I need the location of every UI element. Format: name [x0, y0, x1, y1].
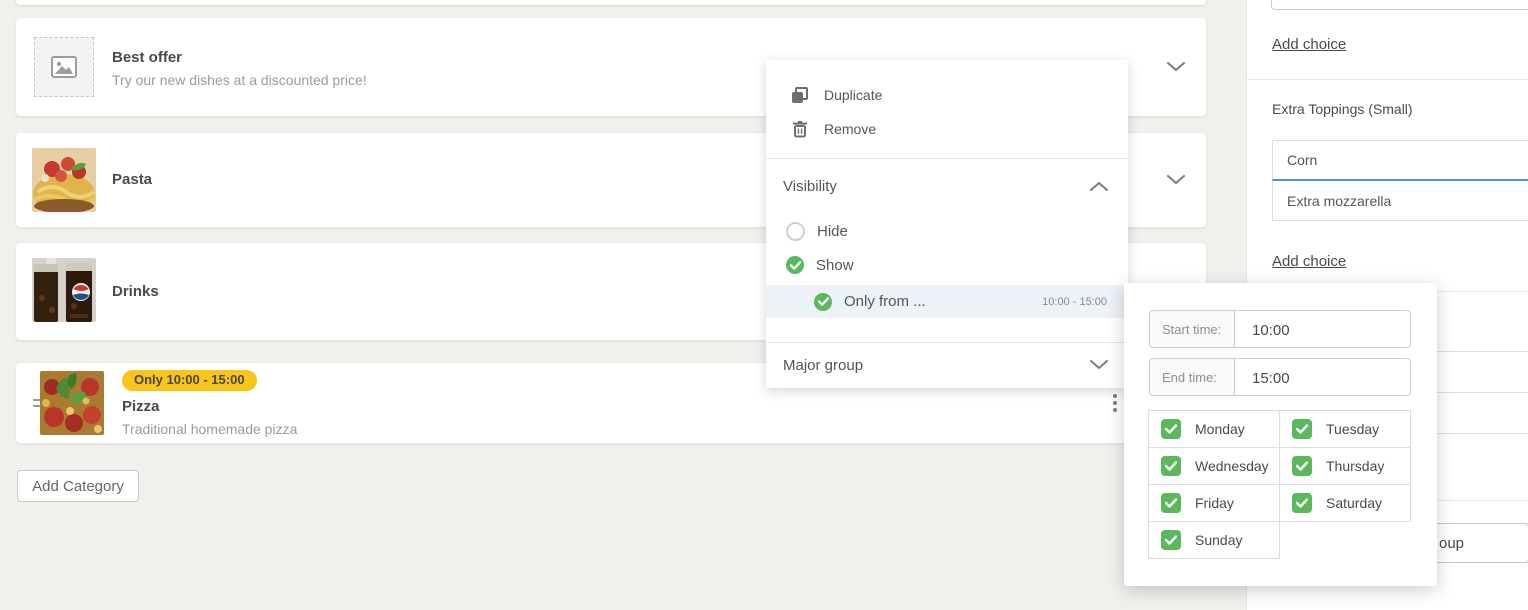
checkbox-checked-icon — [1161, 493, 1181, 513]
option-label: Only from ... — [844, 293, 926, 310]
trash-icon — [791, 121, 808, 138]
add-category-button[interactable]: Add Category — [17, 470, 139, 502]
choice-input-partial[interactable] — [1271, 0, 1528, 10]
image-icon — [51, 56, 77, 78]
radio-unselected-icon — [786, 222, 805, 241]
category-context-menu: Duplicate Remove Visibility Hi — [766, 60, 1128, 388]
category-description: Traditional homemade pizza — [122, 418, 297, 440]
visibility-option-only-from[interactable]: Only from ... 10:00 - 15:00 — [766, 285, 1128, 318]
menu-item-label: Duplicate — [824, 87, 882, 103]
day-checkbox-thursday[interactable]: Thursday — [1279, 447, 1411, 485]
category-title: Drinks — [112, 281, 159, 303]
category-photo-pizza — [40, 371, 104, 435]
major-group-section-header[interactable]: Major group — [766, 343, 1128, 388]
checkbox-checked-icon — [1161, 456, 1181, 476]
option-label: Hide — [817, 223, 848, 240]
category-description: Try our new dishes at a discounted price… — [112, 69, 367, 91]
checkbox-checked-icon — [1161, 419, 1181, 439]
menu-item-remove[interactable]: Remove — [766, 112, 1128, 146]
day-checkbox-monday[interactable]: Monday — [1148, 410, 1280, 448]
chevron-down-icon[interactable] — [1162, 18, 1190, 116]
day-checkbox-tuesday[interactable]: Tuesday — [1279, 410, 1411, 448]
category-title: Pizza — [122, 396, 297, 418]
chevron-down-icon[interactable] — [1162, 133, 1190, 227]
visibility-time-badge: Only 10:00 - 15:00 — [122, 370, 257, 391]
day-checkbox-saturday[interactable]: Saturday — [1279, 484, 1411, 522]
end-time-label: End time: — [1150, 359, 1235, 395]
image-upload-placeholder[interactable] — [34, 37, 94, 97]
menu-editor-screen: Best offer Try our new dishes at a disco… — [0, 0, 1528, 610]
day-checkbox-sunday[interactable]: Sunday — [1148, 521, 1280, 559]
menu-item-label: Remove — [824, 121, 876, 137]
add-group-button-partial-text: oup — [1439, 524, 1464, 562]
visibility-section-header[interactable]: Visibility — [766, 159, 1128, 213]
add-choice-link-bottom[interactable]: Add choice — [1272, 253, 1346, 270]
chevron-up-icon — [1090, 178, 1108, 195]
category-photo-pasta — [32, 148, 96, 212]
chevron-down-icon — [1090, 357, 1108, 374]
visibility-option-show[interactable]: Show — [766, 249, 1128, 281]
checkbox-checked-icon — [1161, 530, 1181, 550]
choice-input-mozzarella[interactable] — [1273, 193, 1528, 209]
choice-row[interactable] — [1272, 181, 1528, 221]
end-time-input[interactable] — [1235, 359, 1411, 396]
duplicate-icon — [791, 87, 808, 104]
check-circle-icon — [814, 293, 832, 311]
time-schedule-popup: Start time: End time: Monday Tuesday Wed… — [1124, 283, 1437, 586]
checkbox-checked-icon — [1292, 493, 1312, 513]
choice-row[interactable] — [1272, 140, 1528, 181]
day-cell-empty — [1279, 521, 1411, 559]
choice-group-title: Extra Toppings (Small) — [1272, 101, 1413, 117]
menu-item-duplicate[interactable]: Duplicate — [766, 78, 1128, 112]
add-choice-link-top[interactable]: Add choice — [1272, 36, 1346, 53]
divider — [1247, 79, 1528, 80]
check-circle-icon — [786, 256, 804, 274]
choice-input-corn[interactable] — [1273, 152, 1528, 168]
visibility-option-hide[interactable]: Hide — [766, 213, 1128, 249]
start-time-input[interactable] — [1235, 311, 1411, 348]
category-photo-drinks — [32, 258, 96, 322]
day-checkbox-friday[interactable]: Friday — [1148, 484, 1280, 522]
option-label: Show — [816, 257, 854, 274]
option-time-range: 10:00 - 15:00 — [1042, 285, 1107, 318]
start-time-group: Start time: — [1149, 310, 1411, 348]
day-checkbox-wednesday[interactable]: Wednesday — [1148, 447, 1280, 485]
checkbox-checked-icon — [1292, 419, 1312, 439]
section-header-label: Visibility — [783, 178, 837, 195]
end-time-group: End time: — [1149, 358, 1411, 396]
weekday-grid: Monday Tuesday Wednesday Thursday Friday… — [1149, 410, 1415, 559]
previous-card-edge — [16, 0, 1206, 5]
category-title: Best offer — [112, 47, 367, 69]
checkbox-checked-icon — [1292, 456, 1312, 476]
category-title: Pasta — [112, 169, 152, 191]
start-time-label: Start time: — [1150, 311, 1235, 347]
section-header-label: Major group — [783, 357, 863, 374]
